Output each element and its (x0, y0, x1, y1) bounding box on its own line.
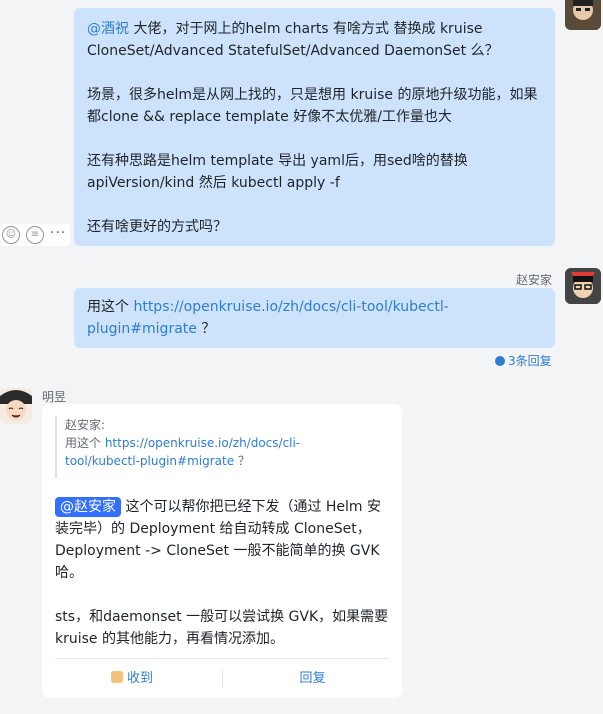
message-text: 都clone && replace template 好像不太优雅/工作量也大 (87, 109, 452, 125)
message-text: 还有种思路是helm template 导出 yaml后，用sed啥的替换 (87, 153, 468, 169)
reply-button[interactable]: 回复 (223, 662, 402, 696)
quote-link[interactable]: https://openkruise.io/zh/docs/cli- (105, 436, 300, 450)
clap-icon (110, 671, 123, 683)
avatar[interactable] (565, 0, 601, 30)
more-icon[interactable]: ··· (50, 225, 66, 241)
migrate-link[interactable]: plugin#migrate (87, 321, 197, 337)
message-text: 这个可以帮你把已经下发（通过 Helm 安 (121, 499, 382, 515)
thread-icon (495, 356, 505, 366)
message-text: CloneSet/Advanced StatefulSet/Advanced D… (87, 43, 499, 59)
emoji-add-icon[interactable]: ☺ (2, 226, 20, 244)
quote-text: 用这个 (65, 436, 105, 450)
quote-link[interactable]: tool/kubectl-plugin#migrate (65, 454, 234, 468)
message-text: apiVersion/kind 然后 kubectl apply -f (87, 175, 340, 191)
migrate-link[interactable]: https://openkruise.io/zh/docs/cli-tool/k… (133, 299, 448, 315)
message-text: 用这个 (87, 299, 134, 315)
message-text: 哈。 (55, 565, 83, 581)
message-card-3: 赵安家: 用这个 https://openkruise.io/zh/docs/c… (42, 404, 402, 698)
message-text: 场景，很多helm是从网上找的，只是想用 kruise 的原地升级功能，如果 (87, 87, 538, 103)
sender-name: 明昱 (42, 390, 67, 404)
quote-text: ？ (234, 454, 250, 468)
mention-jiuzhu[interactable]: @酒祝 (87, 21, 129, 37)
sender-name: 赵安家 (516, 273, 553, 287)
message-text: 还有啥更好的方式吗？ (87, 219, 227, 235)
message-bubble-1: @酒祝 大佬，对于网上的helm charts 有啥方式 替换成 kruise … (74, 8, 555, 246)
message-actions: ☺ ≡ ··· (0, 224, 70, 246)
thread-replies-link[interactable]: 3条回复 (495, 352, 552, 369)
message-text: 装完毕）的 Deployment 给自动转成 CloneSet， (55, 521, 371, 537)
mention-zhaoanjia[interactable]: @赵安家 (55, 497, 121, 517)
ack-button[interactable]: 收到 (42, 662, 222, 696)
message-text: 大佬，对于网上的helm charts 有啥方式 替换成 kruise (129, 21, 483, 37)
quoted-message[interactable]: 赵安家: 用这个 https://openkruise.io/zh/docs/c… (55, 416, 387, 478)
message-text: sts，和daemonset 一般可以尝试换 GVK，如果需要 (55, 609, 389, 625)
avatar[interactable] (0, 388, 32, 424)
reply-icon[interactable]: ≡ (26, 226, 44, 244)
message-bubble-2: 用这个 https://openkruise.io/zh/docs/cli-to… (74, 288, 555, 348)
message-text: ？ (196, 321, 216, 337)
message-text: Deployment -> CloneSet 一般不能简单的换 GVK (55, 543, 380, 559)
message-text: kruise 的其他能力，再看情况添加。 (55, 631, 284, 647)
quote-author: 赵安家: (65, 418, 106, 432)
avatar[interactable] (565, 268, 601, 304)
divider (55, 658, 389, 659)
